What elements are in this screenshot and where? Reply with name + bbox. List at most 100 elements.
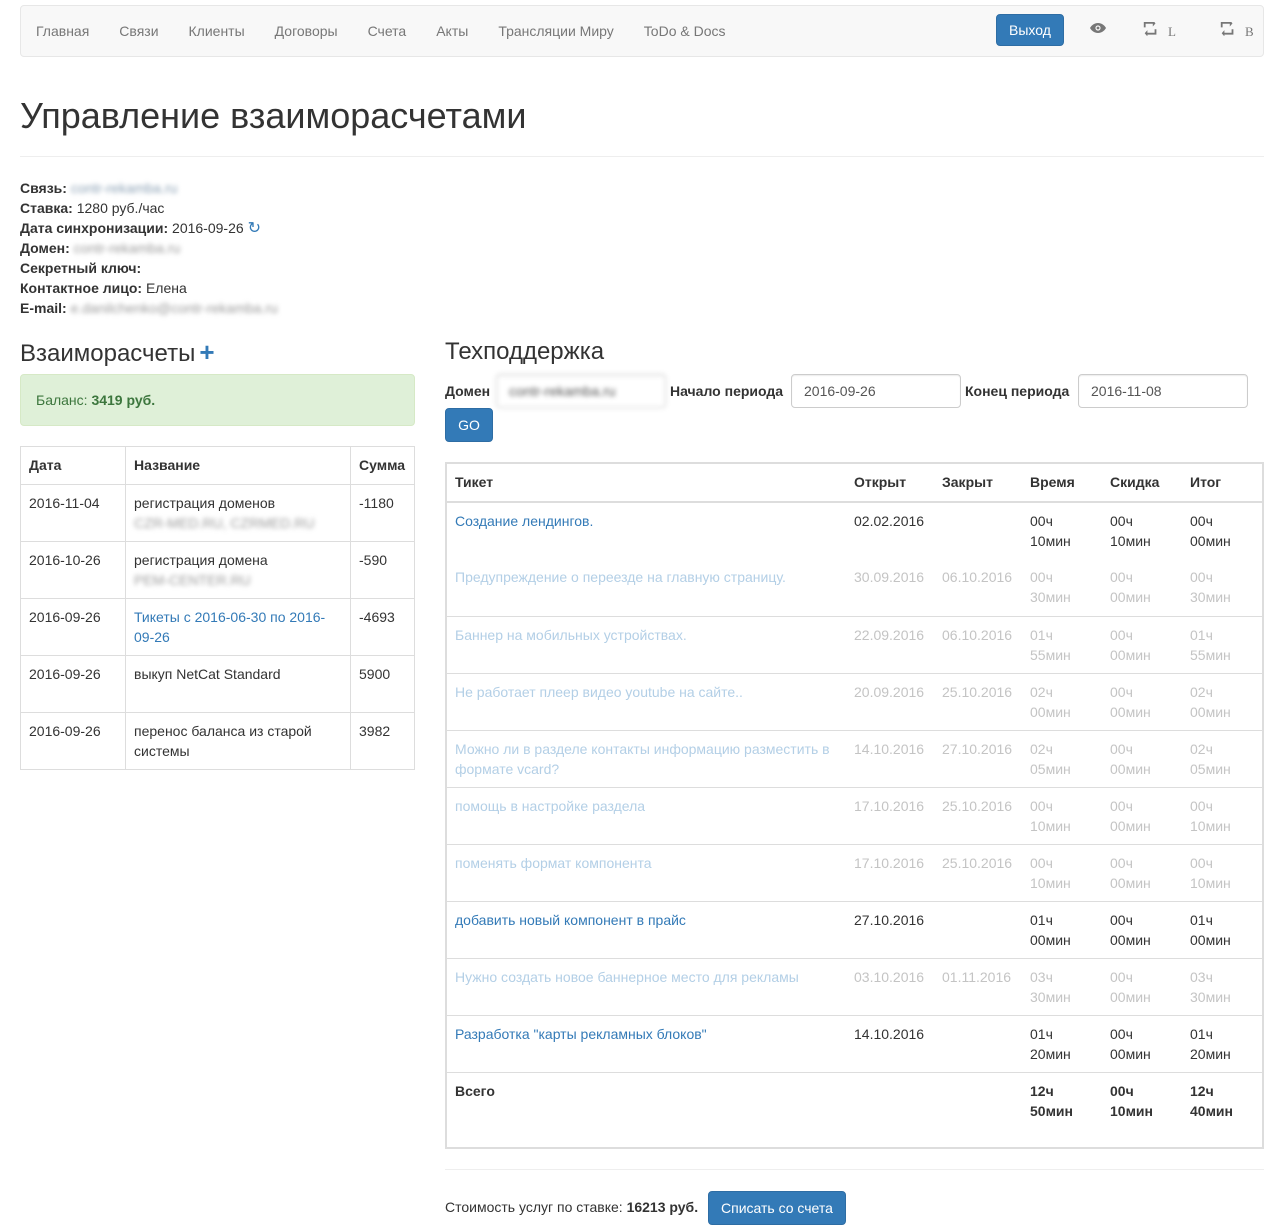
row-name-cell: Тикеты с 2016-06-30 по 2016-09-26 (125, 598, 351, 656)
ticket-opened: 14.10.2016 (846, 1014, 934, 1072)
connection-info: Связь: contr-rekamba.ru Ставка: 1280 руб… (20, 178, 720, 318)
ticket-title: Не работает плеер видео youtube на сайте… (447, 672, 846, 730)
ticket-discount-minutes: 00мин (1110, 931, 1151, 948)
info-contact-label: Контактное лицо: (20, 280, 143, 296)
ticket-discount-hours: 00ч (1110, 626, 1133, 643)
nav-item-invoices[interactable]: Счета (353, 6, 422, 56)
ticket-opened-text: 02.02.2016 (854, 513, 925, 529)
ticket-title-text[interactable]: Можно ли в разделе контакты информацию р… (455, 741, 830, 777)
totals-row: Всего 12ч 50мин 00ч 10мин 12ч 40мин (447, 1071, 1262, 1129)
ticket-title-text[interactable]: Баннер на мобильных устройствах. (455, 627, 687, 643)
nav-item-links[interactable]: Связи (104, 6, 173, 56)
ticket-title-text[interactable]: Предупреждение о переезде на главную стр… (455, 569, 786, 585)
ticket-discount-minutes: 00мин (1110, 988, 1151, 1005)
ticket-discount-hours: 00ч (1110, 513, 1133, 529)
charge-account-button[interactable]: Списать со счета (708, 1191, 846, 1225)
domain-filter-input[interactable] (496, 374, 666, 408)
ticket-discount-minutes: 00мин (1110, 646, 1151, 663)
ticket-total-minutes: 00мин (1190, 533, 1231, 549)
ticket-time-hours: 01ч (1030, 626, 1053, 643)
ticket-closed-text: 06.10.2016 (942, 569, 1013, 585)
info-secret-row: Секретный ключ: (20, 258, 720, 278)
support-filter-form: Домен Начало периода Конец периода (445, 374, 1265, 408)
ticket-time-hours: 01ч (1030, 1025, 1053, 1042)
ticket-time-minutes: 00мин (1030, 703, 1071, 720)
ticket-total-minutes: 20мин (1190, 1045, 1231, 1062)
ticket-title-text[interactable]: поменять формат компонента (455, 855, 652, 871)
ticket-title-text[interactable]: помощь в настройке раздела (455, 798, 645, 814)
info-contact-row: Контактное лицо: Елена (20, 278, 720, 298)
eye-icon[interactable] (1089, 20, 1107, 40)
totals-discount-minutes: 10мин (1110, 1102, 1153, 1119)
ticket-total: 00ч 00мин (1182, 501, 1262, 559)
table-row: помощь в настройке раздела 17.10.2016 25.1… (447, 786, 1262, 844)
ticket-title-text[interactable]: Разработка "карты рекламных блоков" (455, 1026, 707, 1042)
info-sync-label: Дата синхронизации: (20, 220, 169, 236)
bottom-divider (445, 1169, 1264, 1170)
ticket-title-text[interactable]: Не работает плеер видео youtube на сайте… (455, 684, 743, 700)
table-row: 2016-09-26 перенос баланса из старой сис… (20, 712, 415, 770)
nav-item-broadcasts[interactable]: Трансляции Миру (483, 6, 628, 56)
row-sum: 5900 (350, 655, 415, 713)
info-secret-label: Секретный ключ: (20, 260, 142, 276)
ticket-discount-minutes: 00мин (1110, 760, 1151, 777)
ticket-opened: 27.10.2016 (846, 900, 934, 958)
start-date-input[interactable] (791, 374, 961, 408)
ticket-total-minutes: 05мин (1190, 760, 1231, 777)
add-icon[interactable]: + (199, 337, 214, 367)
ticket-time-minutes: 55мин (1030, 646, 1071, 663)
ticket-closed-text: 01.11.2016 (942, 968, 1012, 985)
cost-label: Стоимость услуг по ставке: (445, 1199, 623, 1215)
retweet-l-link[interactable]: L (1142, 20, 1176, 42)
ticket-title-text[interactable]: Нужно создать новое баннерное место для … (455, 969, 799, 985)
refresh-icon[interactable]: ↻ (248, 220, 261, 237)
exit-button[interactable]: Выход (996, 14, 1064, 46)
ticket-opened-text: 03.10.2016 (854, 968, 925, 985)
table-row: Предупреждение о переезде на главную стр… (447, 559, 1262, 616)
info-sync-row: Дата синхронизации: 2016-09-26 ↻ (20, 218, 720, 238)
info-link-value[interactable]: contr-rekamba.ru (71, 180, 178, 196)
ticket-discount-hours: 00ч (1110, 1025, 1133, 1042)
row-sum: -590 (350, 541, 415, 599)
totals-label: Всего (447, 1071, 846, 1129)
domain-filter-label: Домен (445, 383, 491, 399)
nav-item-clients[interactable]: Клиенты (174, 6, 260, 56)
totals-discount-hours: 00ч (1110, 1082, 1134, 1099)
nav-item-acts[interactable]: Акты (421, 6, 483, 56)
ticket-closed: 25.10.2016 (934, 786, 1022, 844)
retweet-b-label: B (1245, 24, 1254, 39)
row-name-link[interactable]: Тикеты с 2016-06-30 по 2016-09-26 (134, 609, 325, 645)
ticket-total: 00ч 10мин (1182, 786, 1262, 844)
column-header-sum: Сумма (350, 446, 415, 485)
ticket-discount: 00ч 00мин (1102, 957, 1182, 1015)
row-sum: -4693 (350, 598, 415, 656)
go-button[interactable]: GO (445, 408, 493, 442)
balance-label: Баланс: (36, 392, 88, 408)
row-name: регистрация доменов (134, 495, 276, 511)
nav-item-home[interactable]: Главная (21, 6, 104, 56)
nav-item-contracts[interactable]: Договоры (260, 6, 353, 56)
ticket-time-hours: 02ч (1030, 683, 1053, 700)
column-header-total: Итог (1182, 464, 1262, 503)
ticket-title-text[interactable]: добавить новый компонент в прайс (455, 912, 686, 928)
ticket-time: 02ч 05мин (1022, 729, 1102, 787)
ticket-opened-text: 14.10.2016 (854, 1025, 925, 1042)
info-contact-value: Елена (145, 280, 187, 296)
row-date: 2016-09-26 (20, 712, 126, 770)
ticket-opened: 22.09.2016 (846, 615, 934, 673)
ticket-opened: 30.09.2016 (846, 559, 934, 616)
end-date-input[interactable] (1078, 374, 1248, 408)
column-header-date: Дата (20, 446, 126, 485)
ticket-closed-text: 27.10.2016 (942, 740, 1013, 757)
ticket-time-hours: 01ч (1030, 911, 1053, 928)
support-title: Техподдержка (445, 338, 605, 365)
column-header-opened: Открыт (846, 464, 934, 503)
ticket-discount: 00ч 00мин (1102, 843, 1182, 901)
ticket-total-hours: 01ч (1190, 911, 1213, 928)
ticket-title-text[interactable]: Создание лендингов. (455, 513, 593, 529)
table-row: 2016-10-26 регистрация домена PEM-CENTER.… (20, 541, 415, 599)
retweet-b-link[interactable]: B (1219, 20, 1254, 42)
info-link-row: Связь: contr-rekamba.ru (20, 178, 720, 198)
nav-item-todo-docs[interactable]: ToDo & Docs (629, 6, 741, 56)
info-rate-label: Ставка: (20, 200, 73, 216)
